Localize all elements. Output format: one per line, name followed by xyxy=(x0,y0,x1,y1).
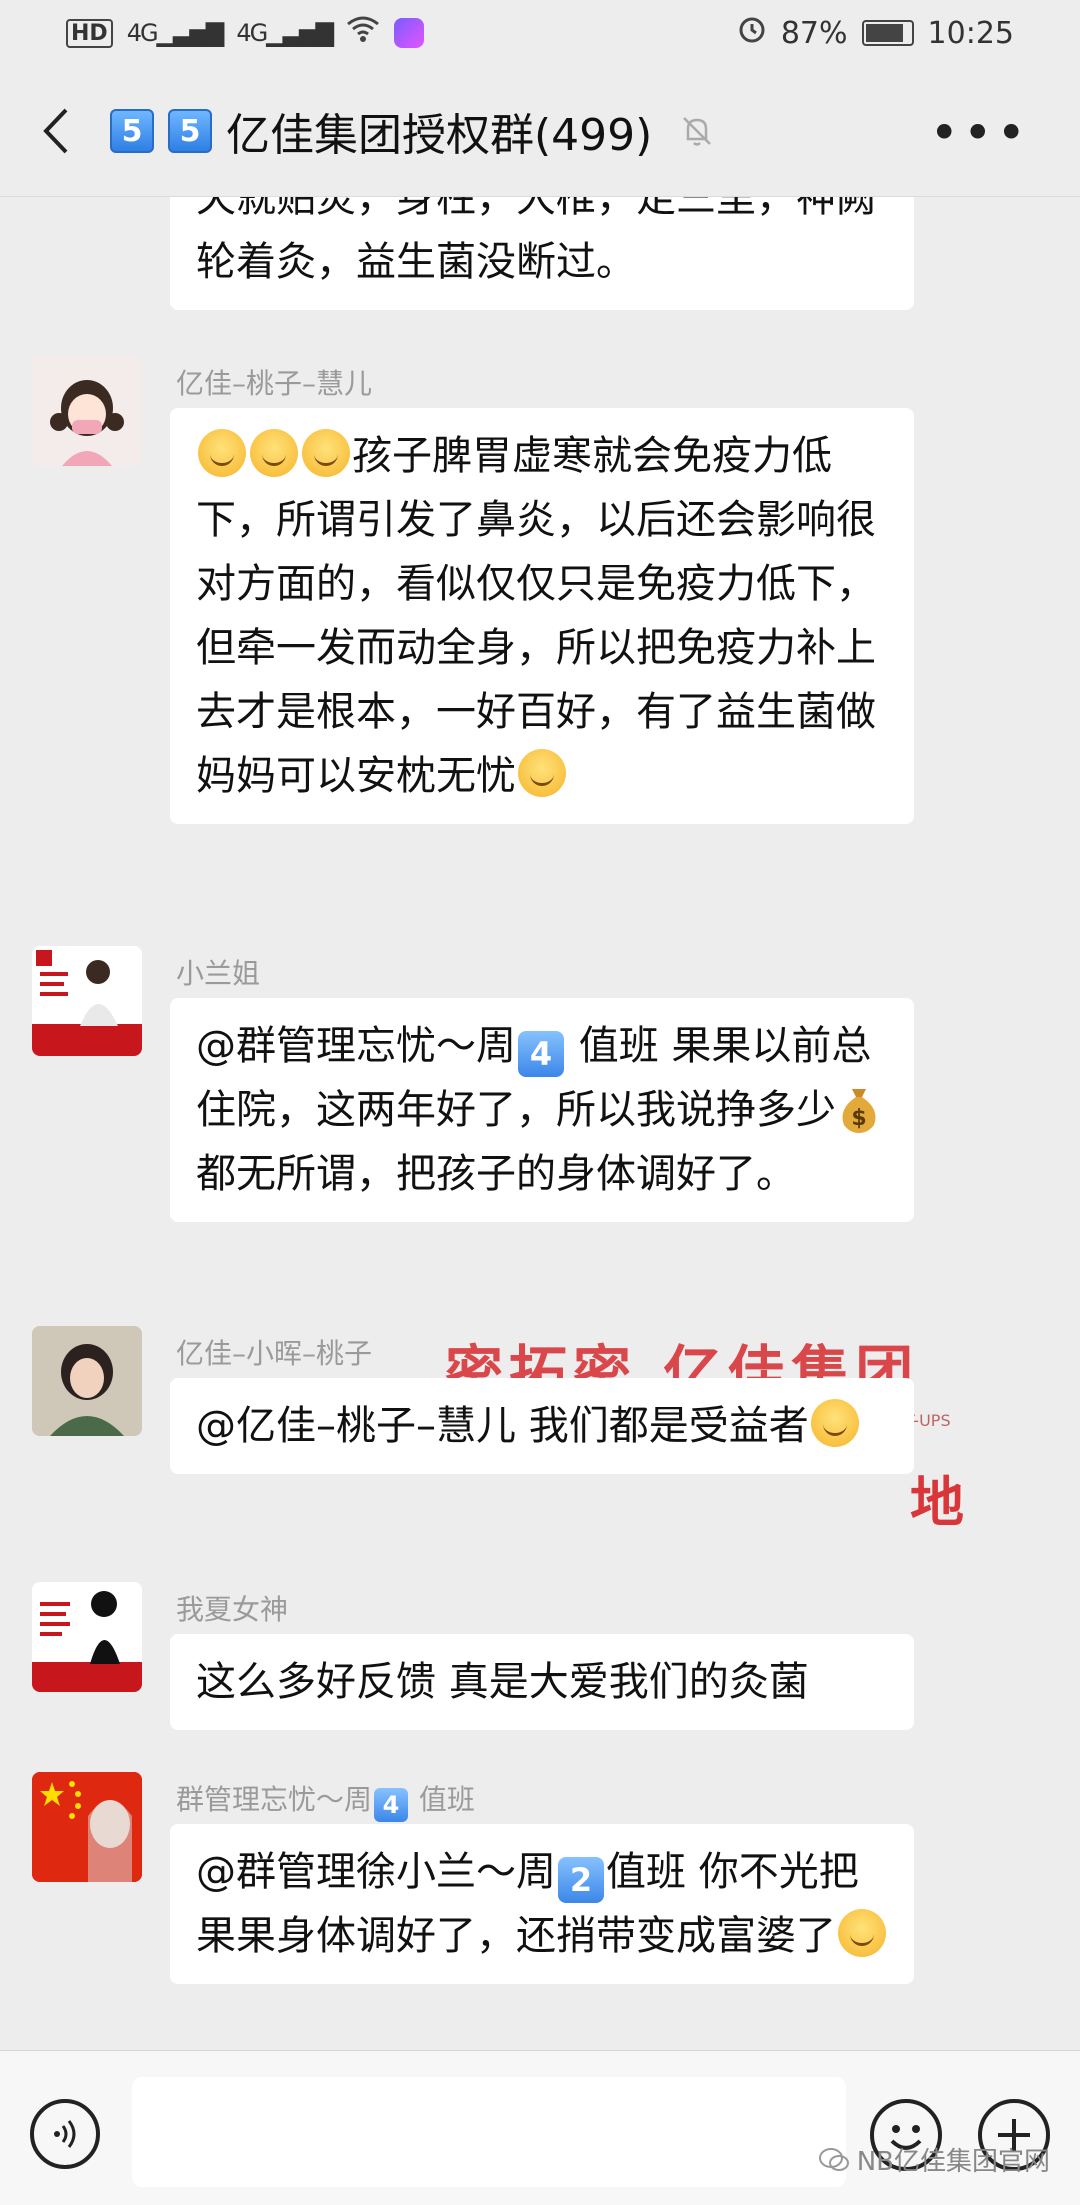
sender-name: 我夏女神 xyxy=(176,1593,289,1626)
message-bubble[interactable]: @群管理忘忧～周 4 值班 果果以前总住院，这两年好了，所以我说挣多少 $ 都无所谓… xyxy=(170,998,914,1222)
avatar[interactable] xyxy=(32,1772,142,1882)
avatar[interactable] xyxy=(32,1326,142,1436)
avatar[interactable] xyxy=(32,946,142,1056)
hd-indicator: HD xyxy=(66,18,113,48)
status-left: HD 4G▁▃▅▇ 4G▁▃▅▇ xyxy=(66,15,425,51)
sender-name: 小兰姐 xyxy=(176,957,261,990)
more-options-button[interactable]: ••• xyxy=(930,104,1030,162)
source-watermark: NB亿佳集团官网 xyxy=(818,2141,1050,2178)
sender-name-text: 值班 xyxy=(410,1783,475,1816)
battery-percent: 87% xyxy=(780,15,848,51)
source-watermark-text: NB亿佳集团官网 xyxy=(856,2147,1050,2177)
sim2-label: 4G xyxy=(236,19,268,47)
battery-icon xyxy=(861,20,914,46)
message-text: 天就贴灸，身柱，大椎，足三里，神阙轮着灸，益生菌没断过。 xyxy=(196,196,876,285)
clock: 10:25 xyxy=(927,15,1014,51)
sender-name: 群管理忘忧～周 4 值班 xyxy=(176,1778,475,1822)
sender-name: 亿佳–小晖–桃子 xyxy=(176,1337,373,1370)
smile-emoji-icon xyxy=(250,429,298,477)
voice-input-button[interactable] xyxy=(30,2099,100,2169)
chevron-left-icon xyxy=(43,108,68,154)
message-bubble[interactable]: 孩子脾胃虚寒就会免疫力低下，所谓引发了鼻炎，以后还会影响很对方面的，看似仅仅只是… xyxy=(170,408,914,824)
signal-icon-1: 4G▁▃▅▇ xyxy=(126,19,225,47)
keycap-2-icon: 2 xyxy=(558,1857,604,1903)
message-text: @亿佳–桃子–慧儿 我们都是受益者 xyxy=(196,1403,809,1449)
mute-bell-icon xyxy=(683,117,712,146)
input-bar: NB亿佳集团官网 xyxy=(0,2050,1080,2205)
alarm-icon xyxy=(737,14,767,52)
page-title: 亿佳集团授权群(499) xyxy=(226,110,653,161)
smile-emoji-icon xyxy=(302,429,350,477)
sender-name: 亿佳–桃子–慧儿 xyxy=(176,367,373,400)
wifi-icon xyxy=(346,15,380,51)
message-text: 都无所谓，把孩子的身体调好了。 xyxy=(196,1151,796,1197)
keycap-5-icon: 5 xyxy=(168,109,212,153)
smile-emoji-icon xyxy=(518,749,566,797)
message-bubble[interactable]: 这么多好反馈 真是大爱我们的灸菌 xyxy=(170,1634,914,1730)
svg-text:$: $ xyxy=(851,1106,866,1131)
signal-icon-2: 4G▁▃▅▇ xyxy=(236,19,334,47)
flag-portrait-avatar-icon xyxy=(32,1772,142,1882)
back-button[interactable] xyxy=(0,66,110,196)
message-input[interactable] xyxy=(132,2077,846,2187)
message-bubble[interactable]: 天就贴灸，身柱，大椎，足三里，神阙轮着灸，益生菌没断过。 xyxy=(170,196,914,310)
status-right: 87% 10:25 xyxy=(737,14,1014,52)
avatar[interactable] xyxy=(32,1582,142,1692)
message-text: @群管理徐小兰～周 xyxy=(196,1849,556,1895)
keycap-5-icon: 5 xyxy=(110,109,154,153)
message-text: @群管理忘忧～周 xyxy=(196,1023,516,1069)
avatar[interactable] xyxy=(32,356,142,466)
money-bag-icon: $ xyxy=(842,1089,876,1133)
status-bar: HD 4G▁▃▅▇ 4G▁▃▅▇ 87% 10:25 xyxy=(0,0,1080,66)
voice-icon xyxy=(54,2120,76,2148)
app-notification-icon xyxy=(394,18,425,48)
keycap-4-icon: 4 xyxy=(518,1031,564,1077)
group-title[interactable]: 5 5 亿佳集团授权群(499) xyxy=(110,99,714,163)
sim1-label: 4G xyxy=(126,19,159,47)
message-text: 孩子脾胃虚寒就会免疫力低下，所谓引发了鼻炎，以后还会影响很对方面的，看似仅仅只是… xyxy=(196,433,876,799)
brand-poster-avatar-icon xyxy=(32,1582,142,1692)
message-text: 这么多好反馈 真是大爱我们的灸菌 xyxy=(196,1659,809,1705)
message-bubble[interactable]: @亿佳–桃子–慧儿 我们都是受益者 xyxy=(170,1378,914,1474)
chat-area[interactable]: 密拓密 亿佳集团 T-UPS 地 天就贴灸，身柱，大椎，足三里，神阙轮着灸，益生… xyxy=(0,196,1080,2050)
girl-avatar-icon xyxy=(32,356,142,466)
keycap-4-icon: 4 xyxy=(374,1788,409,1822)
message-bubble[interactable]: @群管理徐小兰～周 2 值班 你不光把果果身体调好了，还捎带变成富婆了 xyxy=(170,1824,914,1984)
smile-emoji-icon xyxy=(810,1399,859,1447)
sender-name-text: 群管理忘忧～周 xyxy=(176,1783,373,1816)
smile-emoji-icon xyxy=(838,1909,886,1957)
watermark-tail: 地 xyxy=(910,1471,964,1534)
wechat-logo-icon xyxy=(818,2147,849,2171)
brand-poster-avatar-icon xyxy=(32,946,142,1056)
chat-header: 5 5 亿佳集团授权群(499) ••• xyxy=(0,66,1080,197)
smile-emoji-icon xyxy=(198,429,246,477)
woman-photo-avatar-icon xyxy=(32,1326,142,1436)
